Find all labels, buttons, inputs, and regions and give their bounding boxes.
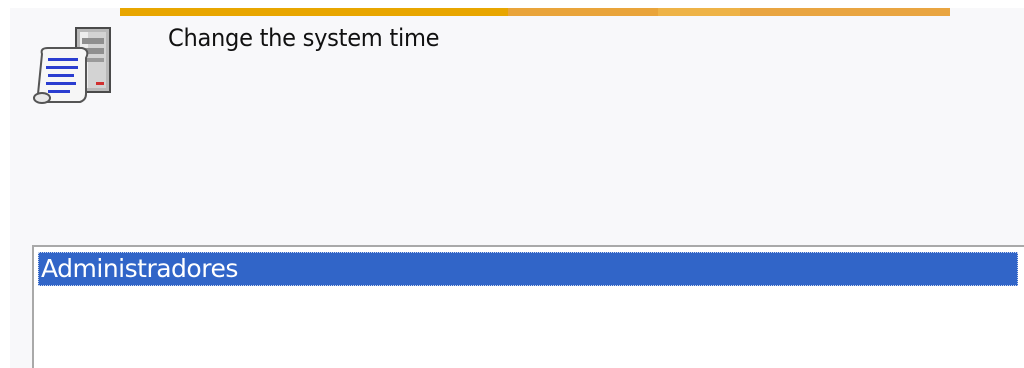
list-item-administradores[interactable]: Administradores	[38, 252, 1018, 286]
members-list[interactable]: Administradores	[32, 245, 1024, 368]
policy-server-scroll-icon	[30, 22, 120, 108]
policy-title: Change the system time	[168, 24, 440, 52]
top-accent-bar	[120, 8, 950, 16]
accent-segment	[658, 8, 740, 16]
accent-segment	[508, 8, 658, 16]
accent-segment	[120, 8, 508, 16]
accent-segment	[740, 8, 950, 16]
